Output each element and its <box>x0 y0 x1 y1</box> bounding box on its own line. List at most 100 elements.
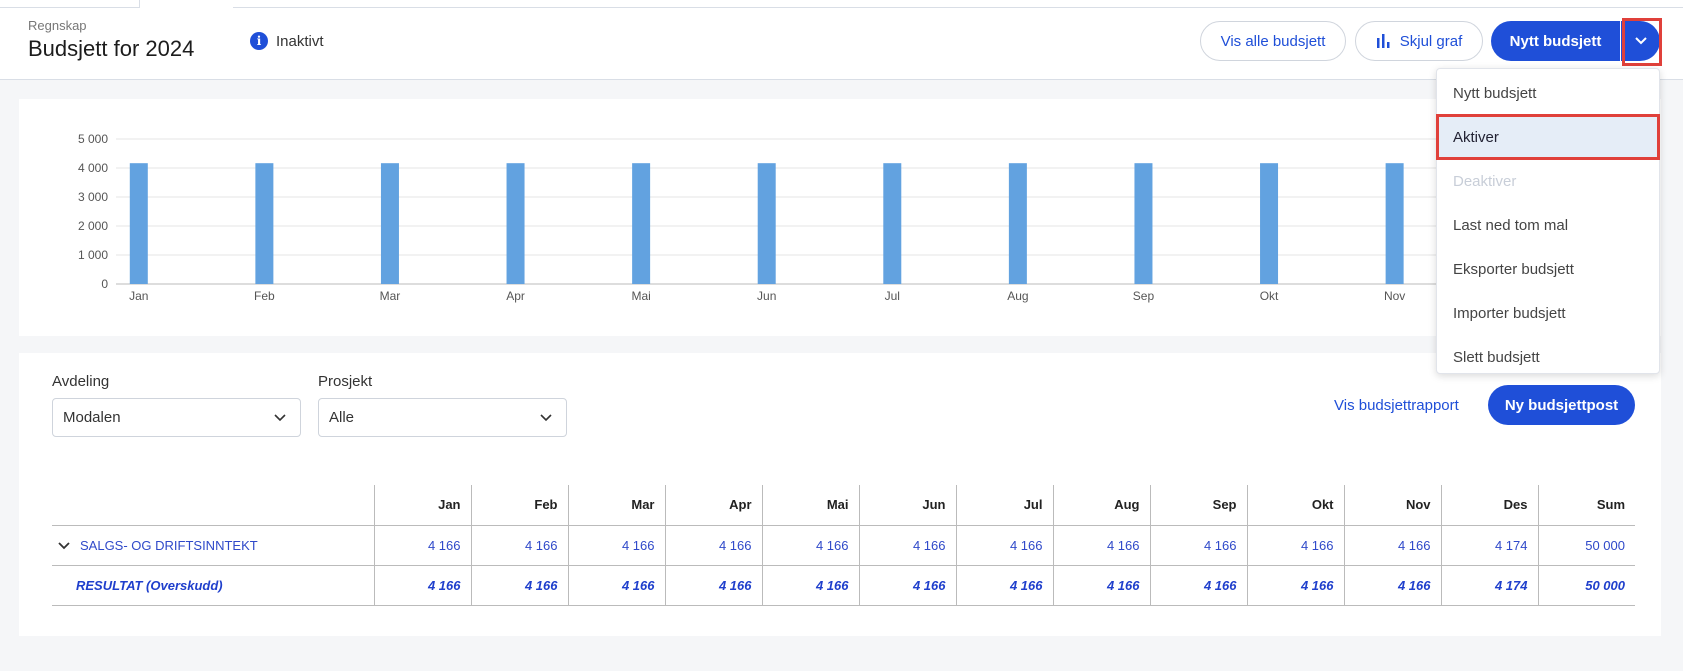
bar-chart-icon <box>1376 34 1390 48</box>
cell-value[interactable]: 4 166 <box>567 525 665 566</box>
bar-jul <box>883 163 902 284</box>
cell-value[interactable]: 50 000 <box>1537 525 1635 566</box>
show-all-label: Vis alle budsjett <box>1220 32 1326 50</box>
menu-item-deaktiver: Deaktiver <box>1453 172 1517 190</box>
chart-card: 0 1 000 2 000 3 000 4 000 5 000 Jan Feb Mar Apr Ma… <box>19 99 1661 336</box>
bar-mai <box>632 163 651 284</box>
cell-value: 4 166 <box>955 565 1053 606</box>
column-header-mar: Mar <box>567 485 665 526</box>
x-tick-label: Okt <box>1260 289 1279 303</box>
chevron-down-icon[interactable] <box>58 538 80 553</box>
bar-sep <box>1134 163 1153 284</box>
bar-okt <box>1260 163 1279 284</box>
cell-value: 4 166 <box>1343 565 1441 606</box>
table-header-row: Jan Feb Mar Apr Mai Jun Jul Aug Sep Okt Nov Des Sum <box>52 485 1635 526</box>
highlight-box <box>1622 18 1662 66</box>
x-tick-label: Apr <box>506 289 525 303</box>
cell-value[interactable]: 4 166 <box>373 525 471 566</box>
y-tick-label: 4 000 <box>78 161 108 175</box>
hide-graph-button[interactable]: Skjul graf <box>1355 21 1483 61</box>
table-row: RESULTAT (Overskudd) 4 166 4 166 4 166 4 166… <box>52 565 1635 606</box>
x-tick-label: Sep <box>1133 289 1155 303</box>
menu-item-aktiver[interactable]: Aktiver <box>1436 114 1660 160</box>
bar-jun <box>757 163 776 284</box>
budget-report-link[interactable]: Vis budsjettrapport <box>1334 397 1459 414</box>
x-tick-label: Jul <box>885 289 900 303</box>
y-tick-label: 2 000 <box>78 219 108 233</box>
x-tick-label: Jan <box>129 289 148 303</box>
new-budget-dropdown-menu: Nytt budsjett Aktiver Deaktiver Last ned to… <box>1436 68 1660 374</box>
page-header: Regnskap Budsjett for 2024 i Inaktivt Vi… <box>0 0 1683 80</box>
hide-graph-label: Skjul graf <box>1399 32 1463 50</box>
x-tick-label: Mar <box>380 289 401 303</box>
x-tick-label: Aug <box>1007 289 1028 303</box>
row-label[interactable]: SALGS- OG DRIFTSINNTEKT <box>80 538 258 553</box>
cell-value: 4 166 <box>470 565 568 606</box>
cell-value: 4 166 <box>761 565 859 606</box>
cell-value[interactable]: 4 166 <box>761 525 859 566</box>
cell-value: 4 166 <box>1246 565 1344 606</box>
cell-value: 4 166 <box>567 565 665 606</box>
column-header-jan: Jan <box>373 485 471 526</box>
budget-table: Jan Feb Mar Apr Mai Jun Jul Aug Sep Okt Nov Des Sum … <box>52 485 1635 606</box>
menu-item-nytt-budsjett[interactable]: Nytt budsjett <box>1437 71 1659 115</box>
y-tick-label: 1 000 <box>78 248 108 262</box>
column-header-des: Des <box>1440 485 1538 526</box>
chevron-down-icon <box>540 413 552 421</box>
cell-value[interactable]: 4 166 <box>858 525 956 566</box>
column-header-sep: Sep <box>1149 485 1247 526</box>
y-tick-label: 3 000 <box>78 190 108 204</box>
column-header-apr: Apr <box>664 485 762 526</box>
x-tick-label: Mai <box>631 289 650 303</box>
bar-jan <box>129 163 148 284</box>
column-header-jul: Jul <box>955 485 1053 526</box>
project-label: Prosjekt <box>318 373 373 390</box>
new-entry-label: Ny budsjettpost <box>1504 396 1619 414</box>
column-header-nov: Nov <box>1343 485 1441 526</box>
bar-mar <box>380 163 399 284</box>
cell-value[interactable]: 4 166 <box>470 525 568 566</box>
cell-value[interactable]: 4 166 <box>1149 525 1247 566</box>
cell-value[interactable]: 4 166 <box>1246 525 1344 566</box>
menu-item-last-ned-tom-mal[interactable]: Last ned tom mal <box>1437 203 1659 247</box>
table-row: SALGS- OG DRIFTSINNTEKT 4 166 4 166 4 166 4 … <box>52 525 1635 566</box>
status-text: Inaktivt <box>276 32 324 50</box>
cell-value: 4 166 <box>373 565 471 606</box>
department-select[interactable]: Modalen <box>52 398 301 437</box>
new-budget-label: Nytt budsjett <box>1509 32 1602 50</box>
breadcrumb[interactable]: Regnskap <box>28 18 87 33</box>
show-all-budgets-button[interactable]: Vis alle budsjett <box>1200 21 1346 61</box>
bar-feb <box>255 163 274 284</box>
project-select[interactable]: Alle <box>318 398 567 437</box>
menu-item-slett-budsjett[interactable]: Slett budsjett <box>1437 335 1659 379</box>
cell-value: 4 166 <box>1149 565 1247 606</box>
column-header-aug: Aug <box>1052 485 1150 526</box>
x-tick-label: Feb <box>254 289 275 303</box>
chevron-down-icon <box>274 413 286 421</box>
row-label: RESULTAT (Overskudd) <box>76 577 223 593</box>
menu-item-importer-budsjett[interactable]: Importer budsjett <box>1437 291 1659 335</box>
new-budget-button[interactable]: Nytt budsjett <box>1491 21 1620 61</box>
bar-aug <box>1008 163 1027 284</box>
cell-value[interactable]: 4 166 <box>664 525 762 566</box>
project-value: Alle <box>329 409 355 426</box>
menu-item-eksporter-budsjett[interactable]: Eksporter budsjett <box>1437 247 1659 291</box>
column-header-jun: Jun <box>858 485 956 526</box>
status-badge: i Inaktivt <box>250 32 324 50</box>
cell-value: 4 166 <box>1052 565 1150 606</box>
cell-value[interactable]: 4 166 <box>1343 525 1441 566</box>
cell-value: 4 174 <box>1440 565 1538 606</box>
cell-value[interactable]: 4 174 <box>1440 525 1538 566</box>
bar-nov <box>1385 163 1404 284</box>
bar-apr <box>506 163 525 284</box>
cell-value: 4 166 <box>664 565 762 606</box>
cell-value[interactable]: 4 166 <box>1052 525 1150 566</box>
tab-divider <box>233 0 1683 8</box>
x-tick-label: Jun <box>757 289 776 303</box>
cell-value[interactable]: 4 166 <box>955 525 1053 566</box>
department-value: Modalen <box>63 409 121 426</box>
budget-bar-chart: 0 1 000 2 000 3 000 4 000 5 000 Jan Feb Mar Apr Ma… <box>78 132 1623 303</box>
new-budget-entry-button[interactable]: Ny budsjettpost <box>1488 385 1635 425</box>
column-header-okt: Okt <box>1246 485 1344 526</box>
column-header-feb: Feb <box>470 485 568 526</box>
